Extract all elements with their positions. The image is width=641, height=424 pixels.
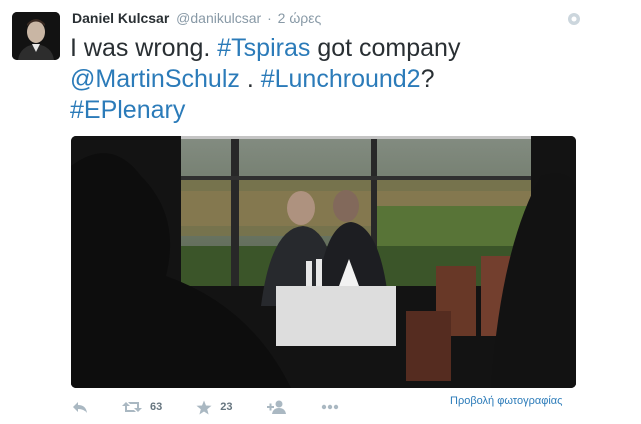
follow-button[interactable]	[266, 400, 287, 414]
more-icon[interactable]	[567, 12, 581, 26]
hashtag-lunchround2[interactable]: #Lunchround2	[261, 65, 421, 93]
reply-icon	[72, 400, 88, 414]
more-dots-icon	[321, 404, 339, 410]
author-name[interactable]: Daniel Kulcsar	[72, 10, 169, 26]
hashtag-eplenary[interactable]: #EPlenary	[70, 96, 185, 124]
tweet-text: I was wrong. #Tspiras got company @Marti…	[70, 33, 610, 126]
text-segment: got company	[310, 34, 461, 62]
text-segment: I was wrong.	[70, 34, 218, 62]
retweet-icon	[122, 400, 142, 414]
text-segment: .	[239, 65, 261, 93]
more-actions-button[interactable]	[321, 404, 339, 410]
retweet-count: 63	[150, 401, 163, 413]
hashtag-tspiras[interactable]: #Tspiras	[217, 34, 310, 62]
view-photo-link[interactable]: Προβολή φωτογραφίας	[450, 395, 562, 407]
retweet-button[interactable]: 63	[122, 400, 162, 414]
timestamp[interactable]: 2 ώρες	[278, 10, 322, 26]
mention-martinschulz[interactable]: @MartinSchulz	[70, 65, 240, 93]
favorite-button[interactable]: 23	[196, 400, 233, 415]
header-separator: ·	[267, 10, 272, 26]
favorite-icon	[196, 400, 212, 415]
tweet-photo[interactable]	[71, 136, 576, 388]
favorite-count: 23	[220, 401, 233, 413]
author-handle[interactable]: @danikulcsar	[176, 10, 261, 26]
tweet-actions: 63 23	[72, 396, 373, 418]
text-segment: ?	[420, 65, 435, 93]
tweet-header: Daniel Kulcsar @danikulcsar · 2 ώρες	[72, 9, 321, 27]
reply-button[interactable]	[72, 400, 88, 414]
tweet: Daniel Kulcsar @danikulcsar · 2 ώρες I w…	[0, 0, 641, 424]
follow-icon	[266, 400, 287, 414]
avatar[interactable]	[12, 12, 60, 60]
